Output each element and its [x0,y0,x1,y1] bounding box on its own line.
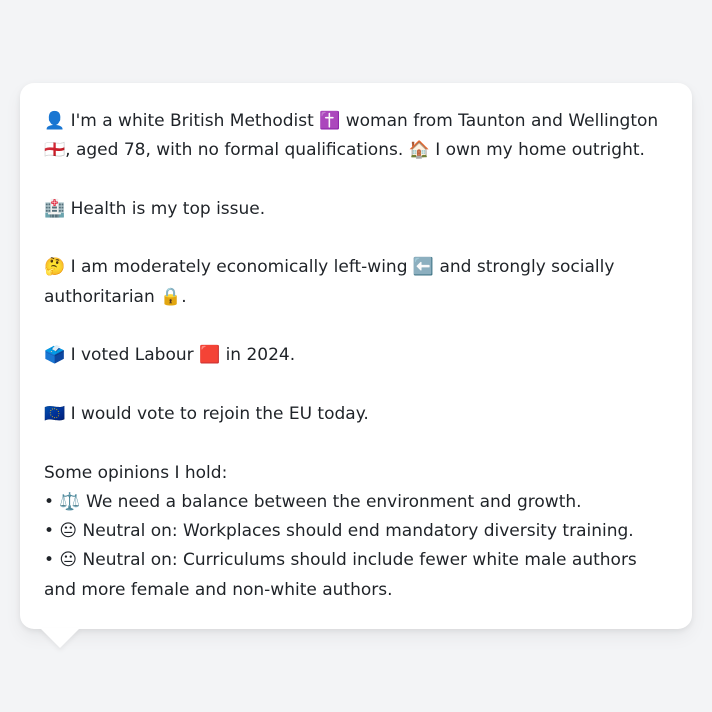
identity-text: 👤 I'm a white British Methodist ✝️ woman… [44,111,659,161]
ideology-text: 🤔 I am moderately economically left-wing… [44,257,615,307]
bubble-tail [40,628,80,648]
opinion-item: • ⚖️ We need a balance between the envir… [44,491,582,512]
vote-2024-text: 🗳️ I voted Labour 🟥 in 2024. [44,345,296,366]
opinions-heading: Some opinions I hold: [44,462,228,483]
eu-text: 🇪🇺 I would vote to rejoin the EU today. [44,403,369,424]
opinion-item: • 😐 Neutral on: Curriculums should inclu… [44,550,637,600]
top-issue-text: 🏥 Health is my top issue. [44,198,266,219]
message-bubble: 👤 I'm a white British Methodist ✝️ woman… [20,83,692,629]
opinion-item: • 😐 Neutral on: Workplaces should end ma… [44,521,634,542]
